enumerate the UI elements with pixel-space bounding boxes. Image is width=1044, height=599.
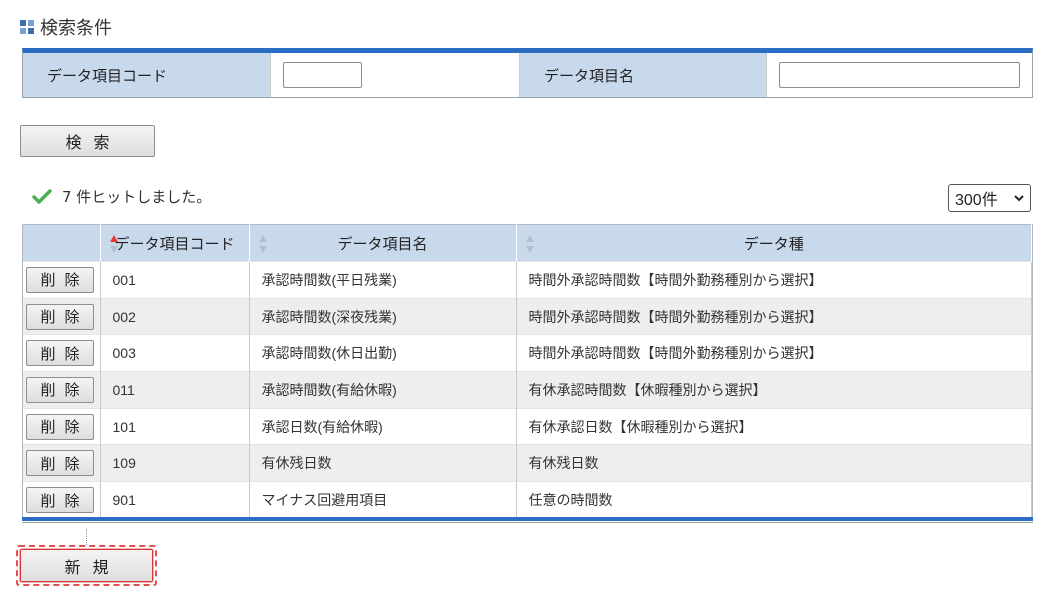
name-cell: 承認時間数(平日残業) [249, 261, 517, 299]
table-bottom-border [22, 517, 1033, 523]
result-message: 7 件ヒットしました。 [32, 186, 211, 207]
header-actions [23, 224, 101, 262]
new-button[interactable]: 新規 [20, 549, 153, 582]
action-cell: 削除 [23, 481, 101, 519]
code-cell: 001 [100, 261, 250, 299]
new-button-focus-ring: 新規 [16, 545, 157, 586]
table-row: 削除 109 有休残日数 有休残日数 [23, 444, 1032, 482]
sort-icon [525, 235, 534, 253]
header-name[interactable]: データ項目名 [249, 224, 517, 262]
sort-icon [258, 235, 267, 253]
action-cell: 削除 [23, 444, 101, 482]
search-button[interactable]: 検索 [20, 125, 155, 157]
code-cell: 002 [100, 297, 250, 335]
data-item-table: データ項目コード データ項目名 データ種 削除 001 承認時間数(平日残業) … [22, 224, 1033, 519]
name-cell: 承認日数(有給休暇) [249, 407, 517, 445]
delete-button[interactable]: 削除 [26, 266, 94, 293]
type-cell: 有休承認日数【休暇種別から選択】 [516, 407, 1032, 445]
code-cell: 003 [100, 334, 250, 372]
section-title-text: 検索条件 [40, 18, 112, 39]
action-cell: 削除 [23, 334, 101, 372]
code-cell: 901 [100, 481, 250, 519]
type-cell: 有休残日数 [516, 444, 1032, 482]
divider [86, 529, 87, 545]
name-cell: 有休残日数 [249, 444, 517, 482]
header-name-label: データ項目名 [337, 234, 428, 253]
header-type[interactable]: データ種 [516, 224, 1032, 262]
type-cell: 時間外承認時間数【時間外勤務種別から選択】 [516, 297, 1032, 335]
delete-button[interactable]: 削除 [26, 376, 94, 403]
action-cell: 削除 [23, 371, 101, 409]
code-cell [271, 53, 519, 97]
chevron-down-icon [1014, 195, 1024, 202]
type-cell: 時間外承認時間数【時間外勤務種別から選択】 [516, 334, 1032, 372]
page-size-select[interactable]: 300件 [948, 184, 1031, 212]
table-row: 削除 011 承認時間数(有給休暇) 有休承認時間数【休暇種別から選択】 [23, 371, 1032, 409]
header-type-label: データ種 [743, 234, 804, 253]
code-input[interactable] [283, 62, 362, 88]
table-row: 削除 002 承認時間数(深夜残業) 時間外承認時間数【時間外勤務種別から選択】 [23, 297, 1032, 335]
table-row: 削除 101 承認日数(有給休暇) 有休承認日数【休暇種別から選択】 [23, 407, 1032, 445]
header-code[interactable]: データ項目コード [100, 224, 250, 262]
result-count-text: 7 件ヒットしました。 [62, 188, 212, 206]
table-row: 削除 901 マイナス回避用項目 任意の時間数 [23, 481, 1032, 519]
name-cell: マイナス回避用項目 [249, 481, 517, 519]
code-cell: 101 [100, 407, 250, 445]
grid-icon [20, 20, 34, 34]
name-cell: 承認時間数(休日出勤) [249, 334, 517, 372]
page-size-value: 300件 [955, 192, 998, 209]
code-cell: 011 [100, 371, 250, 409]
delete-button[interactable]: 削除 [26, 303, 94, 330]
name-cell [767, 53, 1032, 97]
action-cell: 削除 [23, 261, 101, 299]
header-code-label: データ項目コード [114, 234, 235, 253]
code-label: データ項目コード [23, 53, 271, 97]
action-cell: 削除 [23, 407, 101, 445]
delete-button[interactable]: 削除 [26, 450, 94, 477]
name-label: データ項目名 [519, 53, 767, 97]
type-cell: 任意の時間数 [516, 481, 1032, 519]
delete-button[interactable]: 削除 [26, 413, 94, 440]
sort-asc-icon [109, 235, 118, 253]
action-cell: 削除 [23, 297, 101, 335]
code-cell: 109 [100, 444, 250, 482]
search-conditions-panel: データ項目コード データ項目名 [22, 48, 1033, 98]
name-cell: 承認時間数(有給休暇) [249, 371, 517, 409]
delete-button[interactable]: 削除 [26, 487, 94, 514]
section-title: 検索条件 [20, 14, 112, 40]
type-cell: 時間外承認時間数【時間外勤務種別から選択】 [516, 261, 1032, 299]
type-cell: 有休承認時間数【休暇種別から選択】 [516, 371, 1032, 409]
check-icon [32, 188, 52, 204]
table-row: 削除 003 承認時間数(休日出勤) 時間外承認時間数【時間外勤務種別から選択】 [23, 334, 1032, 372]
name-cell: 承認時間数(深夜残業) [249, 297, 517, 335]
delete-button[interactable]: 削除 [26, 340, 94, 367]
name-input[interactable] [779, 62, 1020, 88]
table-row: 削除 001 承認時間数(平日残業) 時間外承認時間数【時間外勤務種別から選択】 [23, 261, 1032, 299]
